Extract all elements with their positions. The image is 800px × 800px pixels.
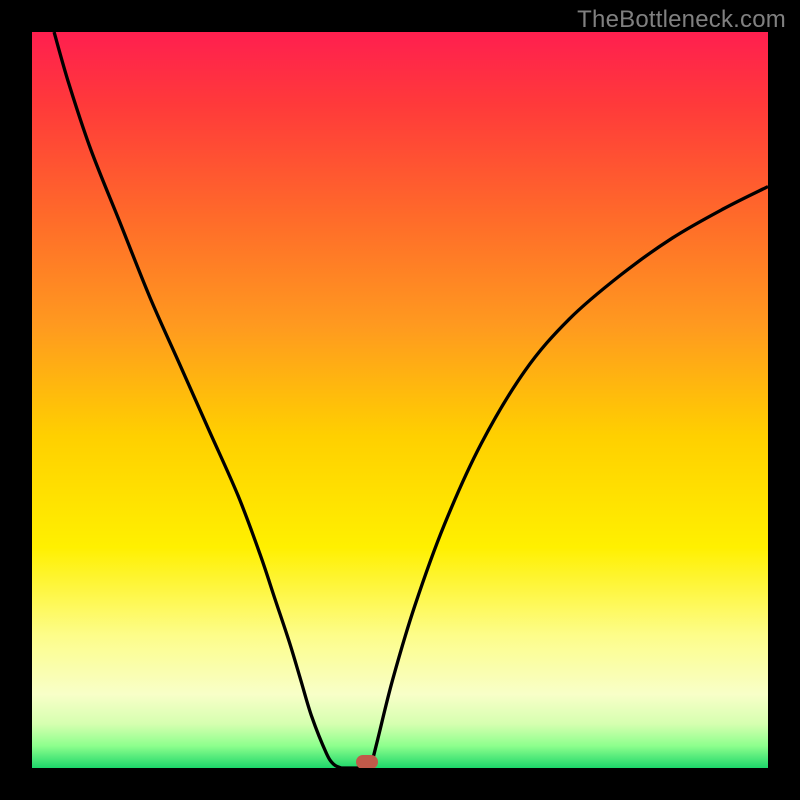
bottleneck-curve — [32, 32, 768, 768]
watermark-text: TheBottleneck.com — [577, 6, 786, 34]
minimum-marker — [356, 755, 378, 768]
chart-frame: TheBottleneck.com — [0, 0, 800, 800]
plot-area — [32, 32, 768, 768]
